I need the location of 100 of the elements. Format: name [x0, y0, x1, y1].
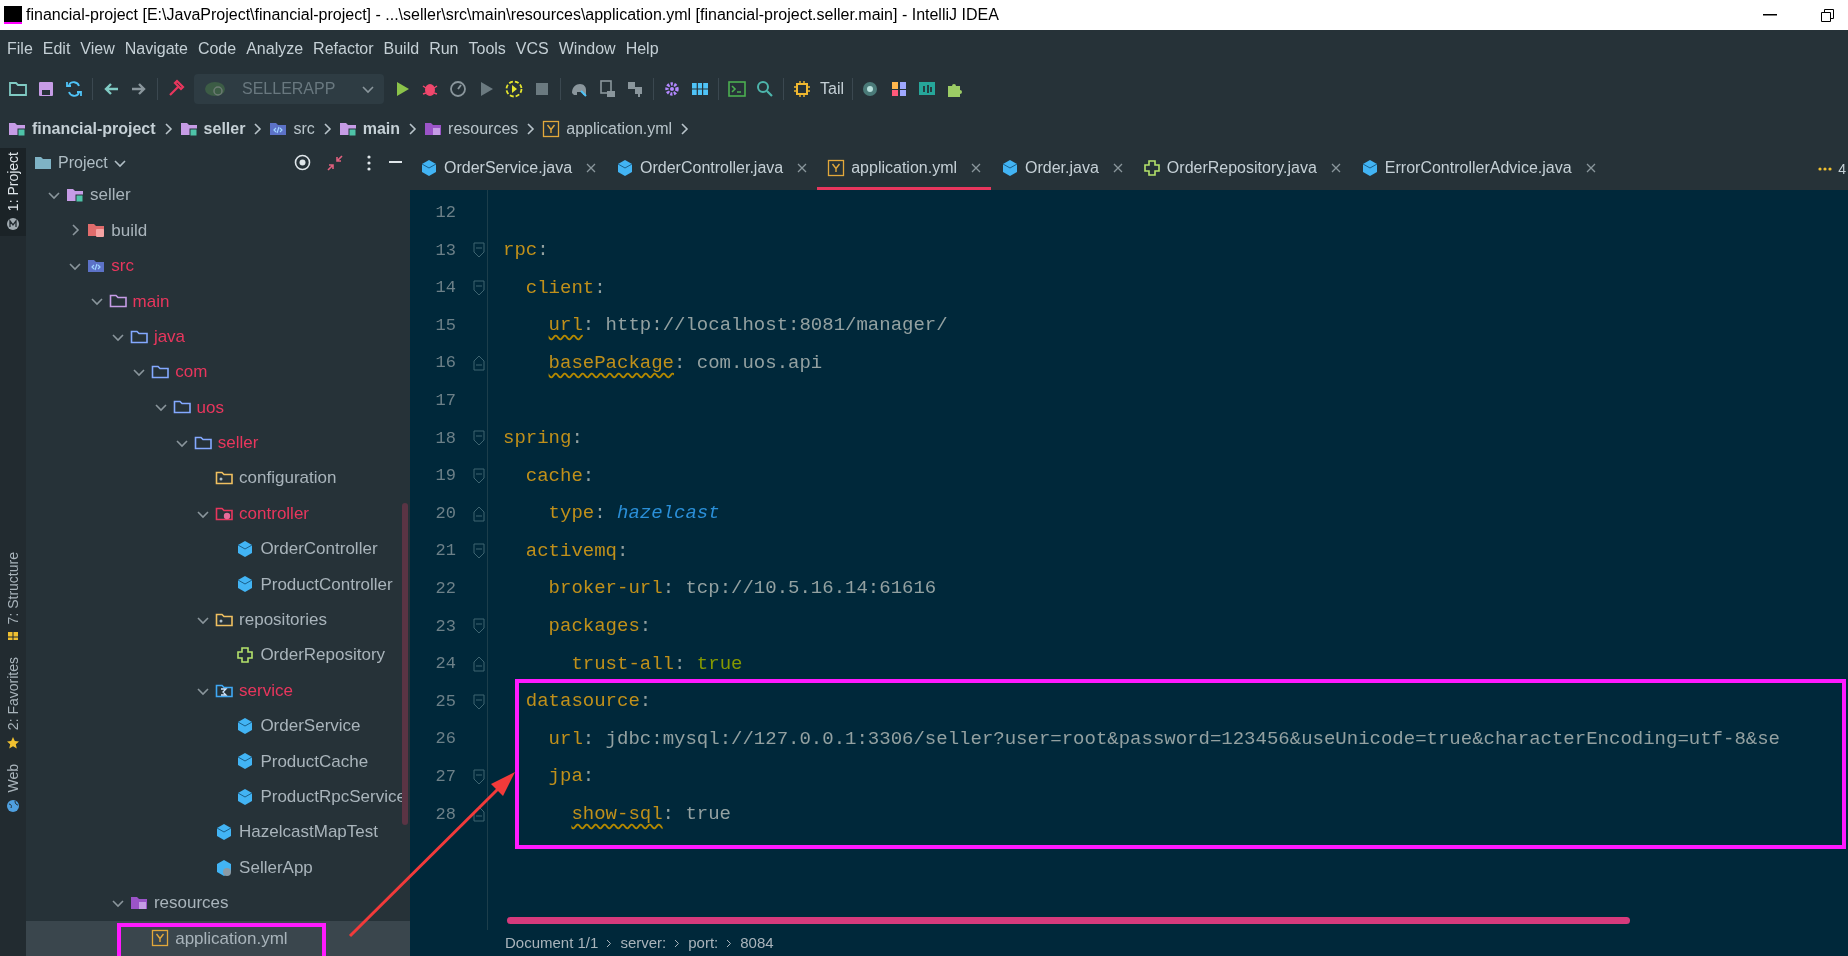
- cubes-icon[interactable]: [625, 79, 645, 99]
- chevron-icon[interactable]: [133, 366, 146, 379]
- menu-item[interactable]: View: [76, 37, 119, 61]
- chevron-icon[interactable]: [678, 123, 691, 135]
- fold-marker-icon[interactable]: [472, 806, 485, 823]
- tab-overflow-button[interactable]: 4: [1818, 148, 1848, 190]
- search-icon[interactable]: [755, 79, 775, 99]
- tree-item[interactable]: build: [26, 212, 410, 249]
- tree-item[interactable]: OrderRepository: [26, 637, 410, 673]
- minimize-icon[interactable]: [1763, 14, 1777, 16]
- fold-marker-icon[interactable]: [472, 655, 485, 672]
- breadcrumb-item[interactable]: server:: [620, 931, 667, 955]
- horizontal-scrollbar-thumb[interactable]: [507, 917, 1630, 924]
- fold-marker-icon[interactable]: [472, 543, 485, 560]
- close-icon[interactable]: [797, 162, 808, 173]
- editor-tab[interactable]: OrderService.java: [410, 148, 607, 190]
- menu-item[interactable]: Refactor: [309, 37, 378, 61]
- caret-icon[interactable]: [362, 83, 374, 95]
- menu-item[interactable]: Navigate: [120, 37, 192, 61]
- gauge-icon[interactable]: [448, 79, 468, 99]
- chevron-icon[interactable]: [524, 123, 537, 135]
- folder-icon[interactable]: [8, 79, 28, 99]
- tree-item[interactable]: configuration: [26, 460, 410, 496]
- chevron-icon[interactable]: [406, 123, 419, 135]
- target-icon[interactable]: [294, 154, 311, 172]
- fold-marker-icon[interactable]: [472, 693, 485, 710]
- fold-marker-icon[interactable]: [472, 467, 485, 484]
- menu-item[interactable]: Build: [379, 37, 424, 61]
- tool-window-tab[interactable]: 1: Project: [0, 148, 26, 236]
- fold-marker-icon[interactable]: [472, 768, 485, 785]
- editor-tab[interactable]: application.yml: [817, 148, 992, 190]
- breadcrumb-item[interactable]: src: [269, 117, 315, 141]
- tool-window-tab[interactable]: 2: Favorites: [0, 653, 26, 757]
- breadcrumb-item[interactable]: 8084: [740, 931, 774, 955]
- tool-window-tab[interactable]: Web: [0, 760, 26, 820]
- fold-marker-icon[interactable]: [472, 280, 485, 296]
- tree-item[interactable]: ProductCache: [26, 743, 410, 780]
- save-icon[interactable]: [36, 79, 56, 99]
- tree-item[interactable]: resources: [26, 885, 410, 921]
- breadcrumb-item[interactable]: port:: [688, 931, 719, 955]
- tree-item[interactable]: ProductRpcService: [26, 779, 410, 815]
- chevron-icon[interactable]: [69, 224, 82, 237]
- breadcrumb-item[interactable]: main: [338, 117, 401, 141]
- editor-tab[interactable]: Order.java: [991, 148, 1133, 190]
- tree-item[interactable]: ProductController: [26, 566, 410, 603]
- menu-item[interactable]: File: [3, 37, 37, 61]
- fold-marker-icon[interactable]: [472, 355, 485, 372]
- fold-marker-icon[interactable]: [472, 242, 485, 259]
- yaml-value: :: [594, 275, 606, 301]
- menu-item[interactable]: Tools: [464, 37, 510, 61]
- fold-marker-icon[interactable]: [472, 618, 485, 635]
- tree-item[interactable]: OrderController: [26, 531, 410, 567]
- close-icon[interactable]: [1112, 162, 1123, 173]
- gear-icon[interactable]: [662, 79, 682, 99]
- tail-button[interactable]: Tail: [820, 77, 844, 101]
- editor-tab[interactable]: OrderController.java: [606, 148, 818, 190]
- close-icon[interactable]: [1330, 162, 1341, 173]
- breadcrumb-item[interactable]: seller: [179, 117, 246, 141]
- chevron-icon[interactable]: [251, 123, 264, 135]
- sync-icon[interactable]: [64, 79, 84, 99]
- menu-item[interactable]: VCS: [511, 37, 553, 61]
- menu-item[interactable]: Window: [554, 37, 620, 61]
- device-icon[interactable]: [597, 79, 617, 99]
- menu-item[interactable]: Code: [193, 37, 241, 61]
- close-icon[interactable]: [1585, 162, 1596, 173]
- minimize-panel-icon[interactable]: [389, 161, 402, 165]
- play-circle-icon[interactable]: [504, 79, 524, 99]
- fold-marker-icon[interactable]: [472, 505, 485, 522]
- tree-item[interactable]: SellerApp: [26, 849, 410, 886]
- chevron-icon[interactable]: [48, 189, 60, 202]
- scrollbar-thumb[interactable]: [402, 503, 408, 825]
- chevron-icon[interactable]: [90, 295, 103, 308]
- tool-window-tab[interactable]: 7: Structure: [0, 548, 26, 640]
- layout-icon[interactable]: [889, 79, 909, 99]
- more-icon: [1818, 167, 1833, 171]
- breadcrumb-item[interactable]: financial-project: [8, 117, 156, 141]
- breadcrumb-item[interactable]: application.yml: [542, 117, 673, 141]
- project-view-dropdown[interactable]: Project: [58, 150, 126, 175]
- tree-item[interactable]: OrderService: [26, 708, 410, 744]
- close-icon[interactable]: [586, 162, 597, 173]
- menu-item[interactable]: Help: [621, 37, 663, 61]
- restore-icon[interactable]: [1821, 8, 1834, 22]
- more-options-icon[interactable]: [367, 154, 371, 171]
- collapse-icon[interactable]: [327, 154, 343, 171]
- tree-item[interactable]: seller: [26, 177, 410, 213]
- tree-item[interactable]: application.yml: [26, 920, 410, 956]
- chevron-icon[interactable]: [154, 401, 167, 414]
- terminal-icon[interactable]: [727, 79, 747, 99]
- close-icon[interactable]: [971, 162, 982, 173]
- menu-item[interactable]: Analyze: [242, 37, 308, 61]
- chip-icon[interactable]: [792, 79, 812, 99]
- breadcrumb-item[interactable]: resources: [424, 117, 519, 141]
- editor-tab[interactable]: OrderRepository.java: [1132, 148, 1351, 190]
- tree-item[interactable]: repositories: [26, 602, 410, 638]
- fold-marker-icon[interactable]: [472, 430, 485, 447]
- tree-item[interactable]: HazelcastMapTest: [26, 814, 410, 850]
- breadcrumb-item[interactable]: Document 1/1: [505, 931, 599, 955]
- menu-item[interactable]: Edit: [38, 37, 75, 61]
- editor-tab[interactable]: ErrorControllerAdvice.java: [1350, 148, 1606, 190]
- menu-item[interactable]: Run: [425, 37, 463, 61]
